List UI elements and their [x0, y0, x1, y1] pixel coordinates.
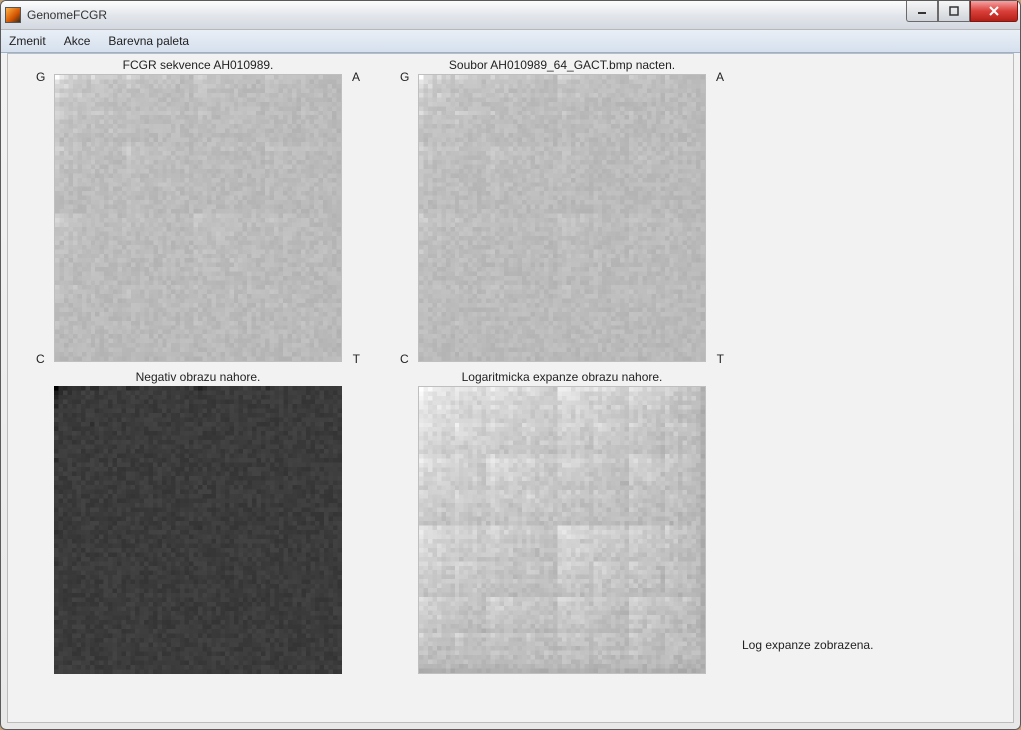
image-log-expansion	[418, 386, 706, 674]
menu-akce[interactable]: Akce	[64, 34, 91, 48]
figure-fcgr-sequence: G A C T	[54, 74, 342, 362]
maximize-button[interactable]	[938, 1, 970, 22]
caption-loaded-file: Soubor AH010989_64_GACT.bmp nacten.	[382, 58, 742, 74]
close-icon	[988, 5, 1000, 17]
corner-label-g: G	[36, 70, 45, 84]
caption-log-expansion: Logaritmicka expanze obrazu nahore.	[382, 370, 742, 386]
corner-label-c: C	[400, 352, 409, 366]
app-window: GenomeFCGR Zmenit Akce Barevna paleta FC…	[0, 0, 1021, 730]
corner-label-c: C	[36, 352, 45, 366]
corner-label-a: A	[352, 70, 360, 84]
menu-paleta[interactable]: Barevna paleta	[108, 34, 189, 48]
image-negative	[54, 386, 342, 674]
title-bar: GenomeFCGR	[1, 1, 1020, 30]
panel-loaded-file: Soubor AH010989_64_GACT.bmp nacten. G A …	[382, 58, 742, 362]
content-area: FCGR sekvence AH010989. G A C T Soubor A…	[7, 53, 1014, 723]
corner-label-t: T	[717, 352, 724, 366]
maximize-icon	[949, 6, 959, 16]
status-text: Log expanze zobrazena.	[742, 638, 873, 652]
figure-log-expansion	[418, 386, 706, 674]
caption-negative: Negativ obrazu nahore.	[18, 370, 378, 386]
corner-label-g: G	[400, 70, 409, 84]
panel-fcgr-sequence: FCGR sekvence AH010989. G A C T	[18, 58, 378, 362]
figure-negative	[54, 386, 342, 674]
close-button[interactable]	[970, 1, 1018, 22]
panel-negative: Negativ obrazu nahore.	[18, 370, 378, 674]
panel-log-expansion: Logaritmicka expanze obrazu nahore.	[382, 370, 742, 674]
menu-bar: Zmenit Akce Barevna paleta	[1, 30, 1020, 53]
image-fcgr-sequence	[54, 74, 342, 362]
minimize-button[interactable]	[906, 1, 938, 22]
corner-label-t: T	[353, 352, 360, 366]
menu-zmenit[interactable]: Zmenit	[9, 34, 46, 48]
minimize-icon	[917, 6, 927, 16]
window-controls	[906, 1, 1018, 22]
window-title: GenomeFCGR	[27, 8, 107, 22]
image-loaded-file	[418, 74, 706, 362]
corner-label-a: A	[716, 70, 724, 84]
caption-fcgr-sequence: FCGR sekvence AH010989.	[18, 58, 378, 74]
figure-loaded-file: G A C T	[418, 74, 706, 362]
app-icon	[5, 7, 21, 23]
